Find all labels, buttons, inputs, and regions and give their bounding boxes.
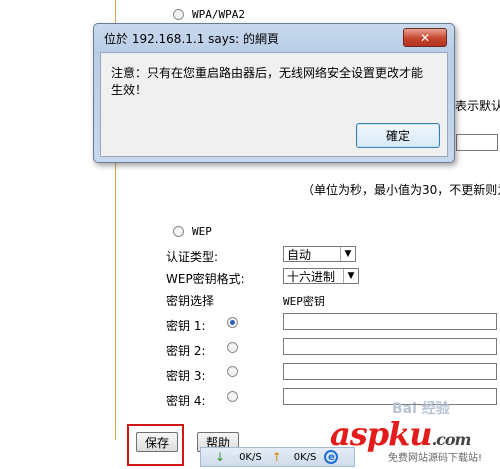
key-3-input[interactable] bbox=[283, 363, 497, 380]
wpa-radio[interactable] bbox=[173, 9, 184, 20]
key-3-radio[interactable] bbox=[227, 366, 238, 377]
logo-suffix: .com bbox=[431, 430, 472, 449]
key-format-value: 十六进制 bbox=[287, 269, 336, 284]
key-3-label: 密钥 3: bbox=[166, 369, 206, 383]
key-1-label: 密钥 1: bbox=[166, 319, 206, 333]
wpa-label: WPA/WPA2 bbox=[192, 8, 245, 21]
arrow-down-icon: ↓ bbox=[215, 450, 226, 464]
auth-type-value: 自动 bbox=[287, 247, 312, 262]
key-2-label: 密钥 2: bbox=[166, 344, 206, 358]
chevron-down-icon: ▼ bbox=[340, 247, 355, 261]
dialog-title: 位於 192.168.1.1 says: 的網頁 bbox=[104, 32, 279, 46]
key-select-label: 密钥选择 bbox=[166, 294, 215, 308]
down-speed: 0K/S bbox=[239, 451, 262, 463]
key-format-label: WEP密钥格式: bbox=[166, 272, 245, 286]
wpa-option-row[interactable]: WPA/WPA2 bbox=[173, 8, 245, 21]
key-format-select[interactable]: 十六进制 ▼ bbox=[283, 268, 359, 284]
logo-subtitle: 免费网站源码下载站! bbox=[388, 453, 483, 464]
up-speed: 0K/S bbox=[293, 451, 317, 463]
router-settings-page: WPA/WPA2 表示默认 （单位为秒，最小值为30，不更新则为 WEP 认证类… bbox=[0, 0, 500, 469]
save-button[interactable]: 保存 bbox=[136, 432, 178, 452]
auth-type-label: 认证类型: bbox=[166, 250, 219, 264]
alert-dialog: 位於 192.168.1.1 says: 的網頁 ✕ 注意：只有在您重启路由器后… bbox=[93, 23, 455, 163]
dialog-message: 注意：只有在您重启路由器后，无线网络安全设置更改才能生效！ bbox=[111, 66, 424, 97]
arrow-up-icon: ↑ bbox=[271, 450, 282, 464]
chevron-down-icon: ▼ bbox=[343, 269, 358, 283]
aspku-logo: aspku.com bbox=[330, 415, 472, 453]
key-4-input[interactable] bbox=[283, 388, 497, 405]
logo-text: aspku bbox=[330, 415, 433, 453]
key-2-radio[interactable] bbox=[227, 342, 238, 353]
partial-input[interactable] bbox=[456, 134, 498, 151]
wep-radio[interactable] bbox=[173, 226, 184, 237]
wep-option-row[interactable]: WEP bbox=[173, 225, 212, 238]
ok-button[interactable]: 確定 bbox=[356, 123, 440, 148]
wep-label: WEP bbox=[192, 225, 212, 238]
key-2-input[interactable] bbox=[283, 338, 497, 355]
wep-key-header: WEP密钥 bbox=[283, 295, 325, 308]
key-4-radio[interactable] bbox=[227, 391, 238, 402]
interval-hint: （单位为秒，最小值为30，不更新则为 bbox=[302, 183, 500, 197]
key-1-input[interactable] bbox=[283, 313, 497, 330]
close-icon: ✕ bbox=[419, 30, 431, 45]
key-1-radio[interactable] bbox=[227, 317, 238, 328]
dialog-body: 注意：只有在您重启路由器后，无线网络安全设置更改才能生效！ 確定 bbox=[100, 52, 448, 157]
auth-type-select[interactable]: 自动 ▼ bbox=[283, 246, 356, 262]
key-4-label: 密钥 4: bbox=[166, 394, 206, 408]
partial-default-text: 表示默认 bbox=[455, 99, 500, 113]
close-button[interactable]: ✕ bbox=[403, 28, 447, 47]
